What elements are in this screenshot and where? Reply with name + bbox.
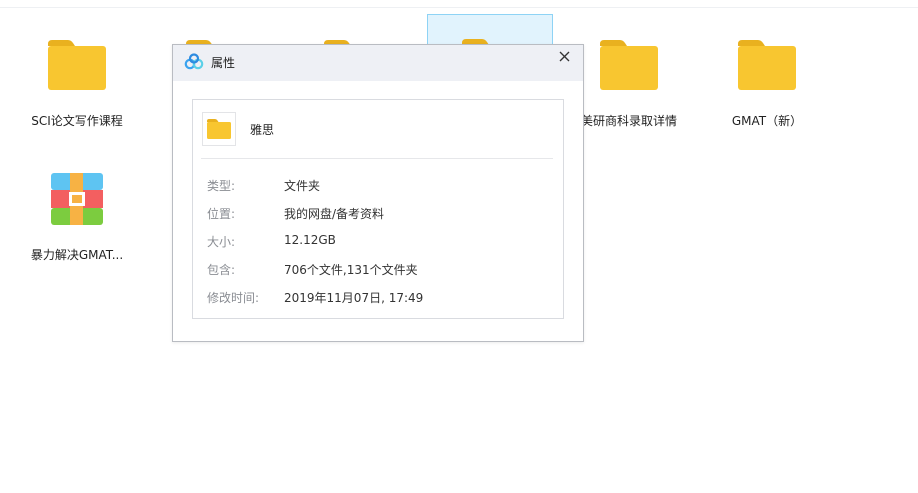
- property-key: 修改时间:: [207, 291, 260, 305]
- properties-panel: 雅思 类型: 文件夹 位置: 我的网盘/备考资料 大小: 12.12GB 包含:…: [192, 99, 564, 319]
- folder-icon: [736, 38, 798, 92]
- file-name: 暴力解决GMAT...: [30, 248, 124, 262]
- dialog-title: 属性: [211, 56, 236, 70]
- property-key: 类型:: [207, 179, 236, 193]
- property-row-type: 类型: 文件夹: [207, 177, 547, 197]
- item-name: 雅思: [250, 123, 275, 137]
- file-item-archive[interactable]: 暴力解决GMAT...: [13, 149, 139, 275]
- property-value: 2019年11月07日, 17:49: [284, 291, 424, 305]
- properties-dialog: 属性 雅思 类型: 文件夹 位置: 我的网盘/备考资料 大小: 12.12GB …: [172, 44, 584, 342]
- dialog-titlebar[interactable]: 属性: [173, 45, 583, 81]
- folder-icon: [202, 112, 236, 146]
- close-icon[interactable]: [555, 47, 575, 67]
- property-row-size: 大小: 12.12GB: [207, 233, 547, 253]
- file-item-folder[interactable]: SCI论文写作课程: [13, 15, 139, 141]
- property-key: 包含:: [207, 263, 236, 277]
- archive-icon: [50, 172, 104, 226]
- property-row-location: 位置: 我的网盘/备考资料: [207, 205, 547, 225]
- property-row-contains: 包含: 706个文件,131个文件夹: [207, 261, 547, 281]
- property-value: 文件夹: [284, 179, 321, 193]
- property-row-modified: 修改时间: 2019年11月07日, 17:49: [207, 289, 547, 309]
- property-value: 我的网盘/备考资料: [284, 207, 385, 221]
- property-value: 12.12GB: [284, 233, 336, 247]
- property-key: 位置:: [207, 207, 236, 221]
- file-name: GMAT（新）: [731, 114, 803, 128]
- folder-icon: [598, 38, 660, 92]
- folder-icon: [46, 38, 108, 92]
- baidu-netdisk-logo-icon: [184, 53, 204, 71]
- property-key: 大小:: [207, 235, 236, 249]
- item-header: 雅思: [201, 110, 553, 159]
- property-value: 706个文件,131个文件夹: [284, 263, 418, 277]
- file-name: SCI论文写作课程: [31, 114, 123, 128]
- file-item-folder[interactable]: GMAT（新）: [703, 15, 829, 141]
